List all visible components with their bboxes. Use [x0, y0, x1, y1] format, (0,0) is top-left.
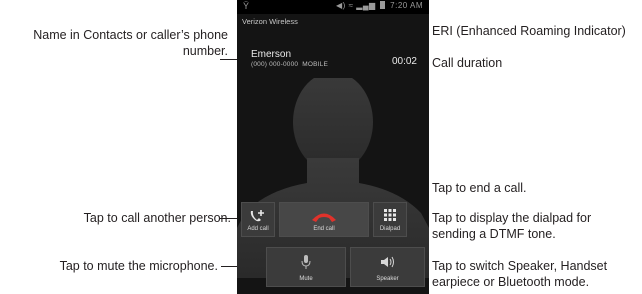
wifi-icon: ≈	[348, 1, 354, 10]
dialpad-button[interactable]: Dialpad	[373, 202, 407, 237]
add-call-button[interactable]: Add call	[241, 202, 275, 237]
signal-icon: Ϋ	[243, 1, 250, 11]
carrier-name: Verizon Wireless	[242, 17, 298, 26]
dialpad-icon	[374, 209, 406, 223]
callout-caller-name-line1: Name in Contacts or caller’s phone	[33, 28, 228, 42]
callout-add-call: Tap to call another person.	[83, 211, 231, 225]
contact-number-line: (000) 000-0000 MOBILE	[251, 61, 328, 68]
contact-number: (000) 000-0000	[251, 61, 299, 68]
callout-eri: ERI (Enhanced Roaming Indicator)	[432, 24, 626, 38]
add-call-label: Add call	[247, 226, 269, 232]
end-call-button[interactable]: End call	[279, 202, 369, 237]
contact-name: Emerson	[251, 49, 292, 60]
phone-screen: Ϋ ◀) ≈ ▂▄▆ 7:20 AM Verizon Wireless Emer…	[237, 0, 429, 294]
contact-number-type: MOBILE	[302, 61, 329, 68]
mute-button[interactable]: Mute	[266, 247, 346, 287]
speaker-button[interactable]: Speaker	[350, 247, 425, 287]
callout-speaker: Tap to switch Speaker, Handset earpiece …	[432, 258, 607, 290]
microphone-icon	[267, 255, 345, 271]
speaker-label: Speaker	[376, 276, 399, 282]
speaker-icon	[351, 256, 424, 270]
callout-mute: Tap to mute the microphone.	[59, 259, 218, 273]
mute-label: Mute	[299, 276, 313, 282]
call-duration: 00:02	[391, 56, 417, 67]
callout-dialpad: Tap to display the dialpad for sending a…	[432, 210, 591, 242]
volume-icon: ◀)	[336, 1, 346, 10]
battery-icon	[380, 1, 386, 9]
callout-speaker-line2: earpiece or Bluetooth mode.	[432, 275, 590, 289]
end-call-icon	[280, 211, 368, 225]
callout-dialpad-line1: Tap to display the dialpad for	[432, 211, 592, 225]
callout-caller-name: Name in Contacts or caller’s phone numbe…	[0, 27, 228, 59]
status-bar: Ϋ ◀) ≈ ▂▄▆ 7:20 AM	[237, 0, 429, 14]
callout-end-call: Tap to end a call.	[432, 181, 527, 195]
add-call-icon	[242, 209, 274, 225]
status-indicators: ◀) ≈ ▂▄▆ 7:20 AM	[336, 1, 423, 10]
callout-caller-name-line2: number.	[182, 44, 228, 58]
callout-dialpad-line2: sending a DTMF tone.	[432, 227, 556, 241]
callout-call-duration: Call duration	[432, 56, 503, 70]
callout-speaker-line1: Tap to switch Speaker, Handset	[432, 259, 608, 273]
dialpad-label: Dialpad	[379, 226, 401, 232]
signal-strength-icon: ▂▄▆	[356, 1, 376, 10]
end-call-label: End call	[313, 226, 335, 232]
status-time: 7:20 AM	[390, 1, 423, 10]
